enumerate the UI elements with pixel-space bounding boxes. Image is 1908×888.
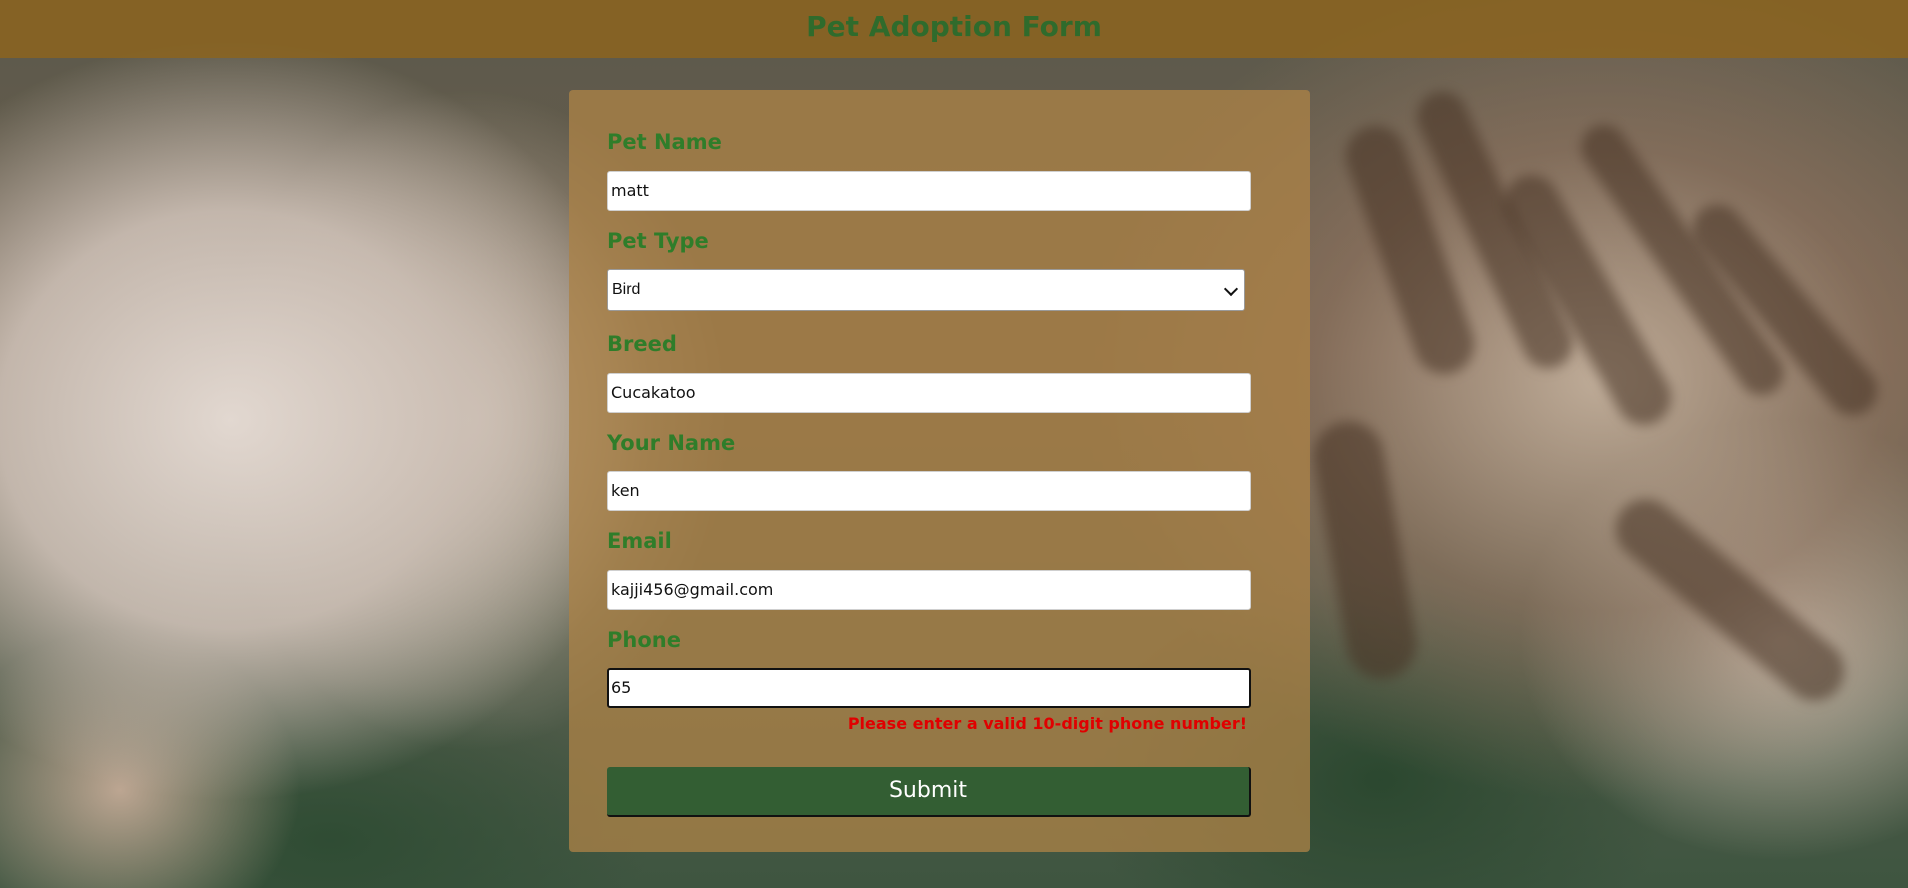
adoption-form: Pet Name matt Pet Type Bird Breed Cucaka… xyxy=(569,90,1310,852)
breed-input[interactable]: Cucakatoo xyxy=(607,373,1251,413)
pet-type-select[interactable]: Bird xyxy=(607,269,1245,311)
email-input[interactable]: kajji456@gmail.com xyxy=(607,570,1251,610)
chevron-down-icon xyxy=(1223,281,1239,297)
phone-input[interactable]: 65 xyxy=(607,668,1251,708)
fur-stripe xyxy=(1307,415,1423,685)
page-title: Pet Adoption Form xyxy=(806,10,1102,43)
pet-name-input[interactable]: matt xyxy=(607,171,1251,211)
pet-type-selected-value: Bird xyxy=(612,281,641,298)
email-label: Email xyxy=(607,529,672,553)
your-name-label: Your Name xyxy=(607,431,736,455)
submit-button[interactable]: Submit xyxy=(607,767,1251,817)
pet-type-label: Pet Type xyxy=(607,229,709,253)
page-header: Pet Adoption Form xyxy=(0,0,1908,58)
phone-error-message: Please enter a valid 10-digit phone numb… xyxy=(847,714,1247,733)
your-name-input[interactable]: ken xyxy=(607,471,1251,511)
breed-label: Breed xyxy=(607,332,677,356)
pet-name-label: Pet Name xyxy=(607,130,722,154)
fur-stripe xyxy=(1603,487,1857,713)
phone-label: Phone xyxy=(607,628,681,652)
